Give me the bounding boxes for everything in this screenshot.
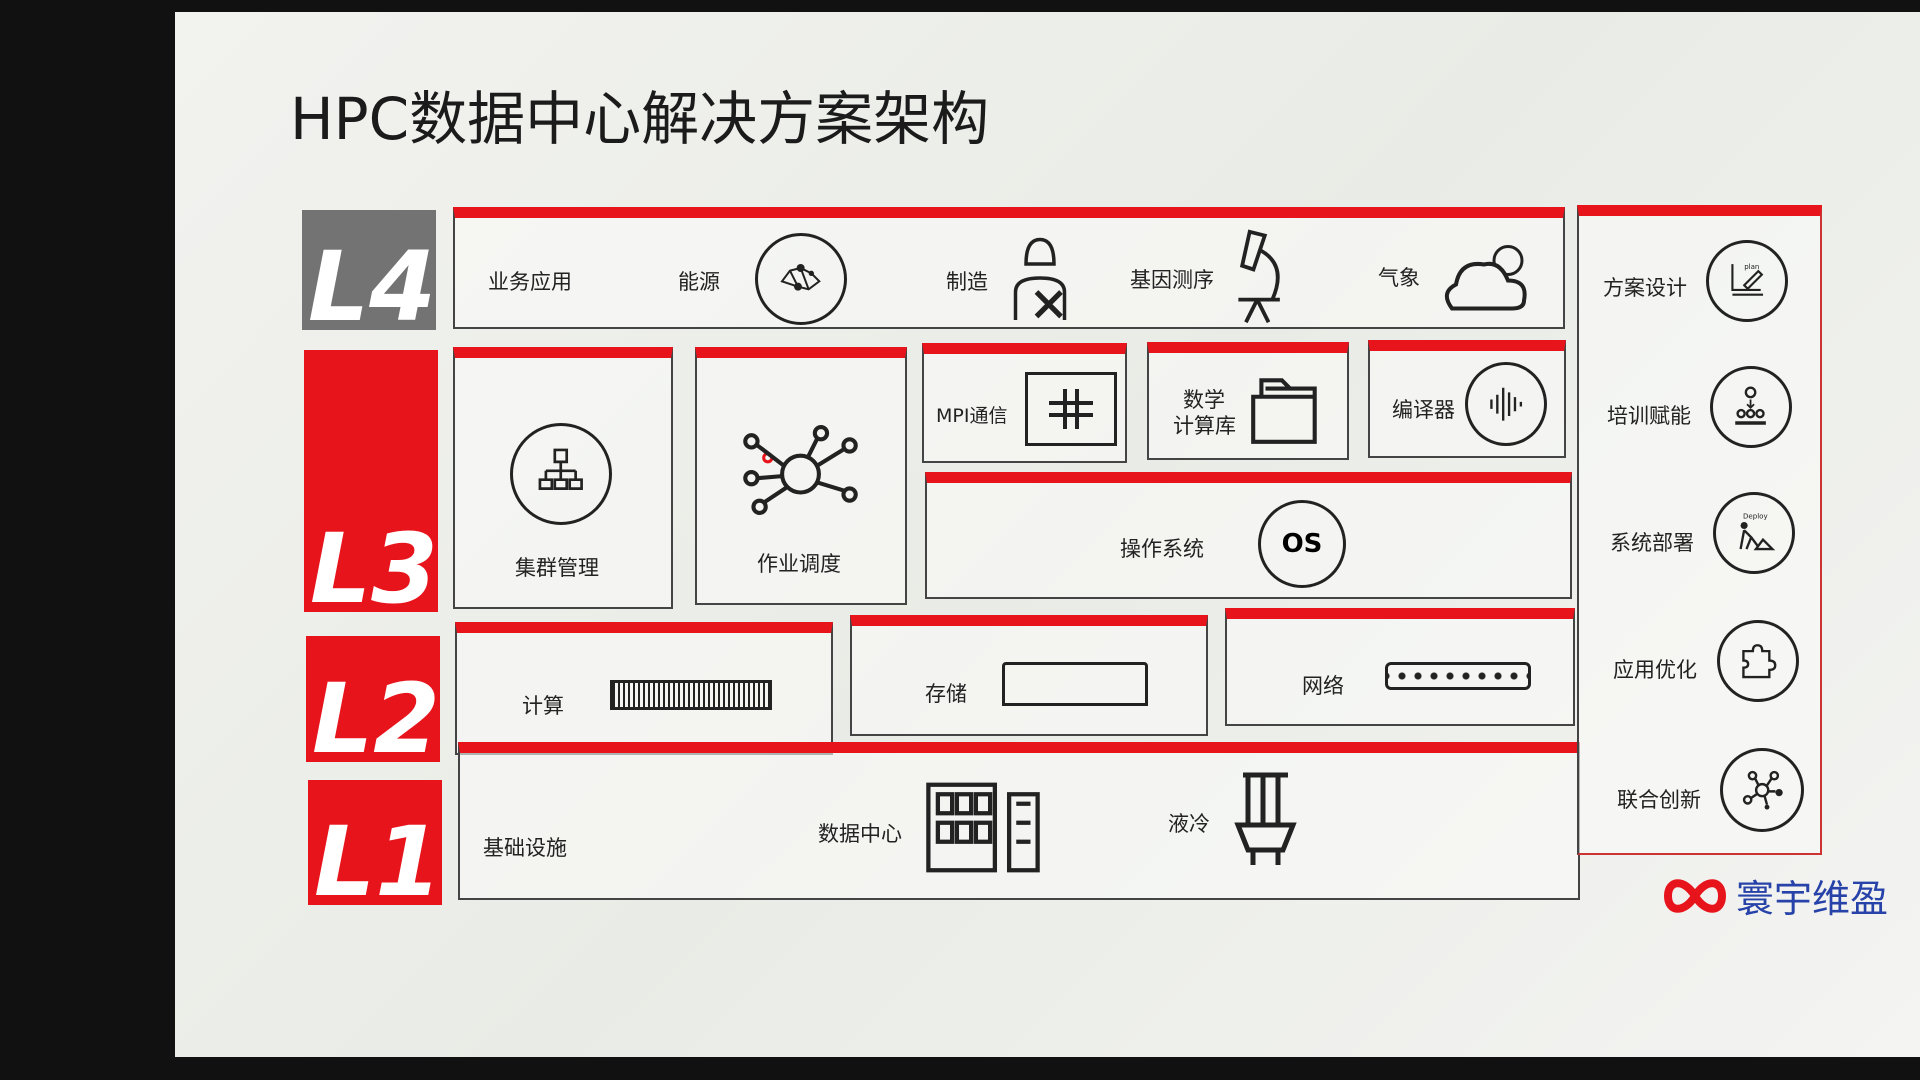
compute-server-icon — [610, 680, 772, 710]
folder-icon — [1245, 368, 1327, 446]
plan-icon-text: plan — [1745, 262, 1760, 271]
energy-icon — [755, 233, 847, 325]
infinity-logo-icon — [1663, 878, 1727, 913]
manufacturing-label: 制造 — [946, 270, 988, 294]
weather-label: 气象 — [1378, 266, 1420, 290]
company-logo: 寰宇维盈 — [1662, 868, 1888, 923]
puzzle-piece-icon — [1717, 620, 1799, 702]
service-label-design: 方案设计 — [1603, 276, 1687, 300]
infrastructure-label: 基础设施 — [483, 836, 567, 860]
worker-icon — [1005, 232, 1075, 324]
network-switch-icon — [1385, 662, 1531, 690]
mpi-crossing-arrows-icon — [1025, 372, 1117, 446]
layer-label-l3: L3 — [304, 350, 438, 612]
datacenter-rack-icon — [922, 780, 1044, 875]
compiler-label: 编译器 — [1392, 398, 1455, 422]
os-label: 操作系统 — [1120, 537, 1204, 561]
microscope-icon — [1230, 228, 1292, 326]
network-nodes-icon — [738, 425, 863, 515]
cluster-management-label: 集群管理 — [515, 556, 599, 580]
storage-server-icon — [1002, 662, 1148, 706]
deploy-worker-icon: Deploy — [1713, 492, 1795, 574]
layer-label-l1: L1 — [308, 780, 442, 905]
compute-label: 计算 — [522, 694, 564, 718]
gene-sequencing-label: 基因测序 — [1130, 268, 1214, 292]
layer-label-l4: L4 — [302, 210, 436, 330]
hub-nodes-icon — [1720, 748, 1804, 832]
l4-label: 业务应用 — [488, 270, 572, 294]
job-scheduling-label: 作业调度 — [757, 552, 841, 576]
os-box — [925, 472, 1572, 599]
layer-label-l2: L2 — [306, 636, 440, 762]
cluster-hierarchy-icon — [510, 423, 612, 525]
company-name: 寰宇维盈 — [1736, 877, 1889, 921]
deploy-icon-text: Deploy — [1743, 512, 1768, 521]
liquid-cooling-label: 液冷 — [1168, 812, 1210, 836]
sound-wave-icon — [1465, 362, 1547, 446]
training-people-icon — [1710, 366, 1792, 448]
cooling-tower-icon — [1228, 770, 1303, 870]
page-title: HPC数据中心解决方案架构 — [290, 85, 990, 153]
network-label: 网络 — [1302, 674, 1344, 698]
storage-label: 存储 — [925, 682, 967, 706]
service-label-deploy: 系统部署 — [1610, 531, 1694, 555]
math-library-label-line2: 计算库 — [1173, 414, 1236, 438]
service-label-optimize: 应用优化 — [1613, 658, 1697, 682]
mpi-label: MPI通信 — [936, 405, 1008, 427]
weather-cloud-sun-icon — [1440, 232, 1540, 317]
service-label-training: 培训赋能 — [1607, 404, 1691, 428]
energy-label: 能源 — [678, 270, 720, 294]
datacenter-label: 数据中心 — [818, 822, 902, 846]
os-icon: OS — [1258, 500, 1346, 588]
plan-design-icon: plan — [1706, 240, 1788, 322]
service-label-innovation: 联合创新 — [1617, 788, 1701, 812]
